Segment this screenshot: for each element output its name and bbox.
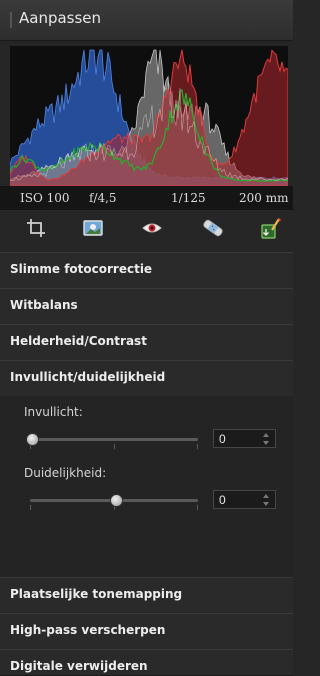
section-slimme-fotocorrectie[interactable]: Slimme fotocorrectie — [0, 252, 293, 289]
invullicht-content: Invullicht: 0 Duidelijkheid: 0 — [0, 396, 293, 576]
spin-up-icon[interactable] — [263, 494, 269, 498]
section-label: High-pass verscherpen — [10, 623, 166, 637]
section-high-pass-verscherpen[interactable]: High-pass verscherpen — [0, 613, 293, 650]
section-label: Digitale verwijderen — [10, 659, 148, 673]
section-helderheid-contrast[interactable]: Helderheid/Contrast — [0, 324, 293, 361]
fill-light-slider[interactable] — [30, 438, 198, 441]
histogram — [9, 46, 289, 187]
slider-tick — [197, 505, 198, 510]
clarity-spinbox[interactable]: 0 — [213, 490, 276, 509]
red-eye-icon[interactable] — [140, 216, 164, 240]
exif-focal: 200 mm — [239, 191, 289, 205]
section-label: Slimme fotocorrectie — [10, 262, 153, 276]
clarity-label: Duidelijkheid: — [24, 466, 107, 480]
tool-bar — [0, 210, 293, 253]
exif-bar: ISO 100 f/4,5 1/125 200 mm — [0, 186, 293, 210]
clarity-slider-thumb[interactable] — [109, 494, 123, 507]
tools-icon[interactable] — [258, 216, 282, 240]
section-label: Witbalans — [10, 298, 78, 312]
section-label: Invullicht/duidelijkheid — [10, 370, 166, 384]
section-label: Helderheid/Contrast — [10, 334, 147, 348]
fill-light-value: 0 — [219, 432, 226, 446]
clarity-value: 0 — [219, 493, 226, 507]
section-digitale-verwijderen[interactable]: Digitale verwijderen — [0, 649, 293, 676]
exif-aperture: f/4,5 — [89, 191, 117, 205]
slider-tick — [30, 505, 31, 510]
section-witbalans[interactable]: Witbalans — [0, 288, 293, 325]
panel-grip[interactable] — [10, 12, 12, 28]
spin-up-icon[interactable] — [263, 433, 269, 437]
histogram-graph — [9, 46, 289, 187]
spin-arrows[interactable] — [263, 431, 271, 446]
spin-down-icon[interactable] — [263, 502, 269, 506]
slider-tick — [197, 444, 198, 449]
panel-titlebar: Aanpassen — [0, 0, 293, 41]
exif-shutter: 1/125 — [171, 191, 206, 205]
crop-icon[interactable] — [24, 216, 48, 240]
fill-light-spinbox[interactable]: 0 — [213, 429, 276, 448]
section-label: Plaatselijke tonemapping — [10, 587, 183, 601]
section-invullicht-duidelijkheid[interactable]: Invullicht/duidelijkheid — [0, 360, 293, 397]
spin-down-icon[interactable] — [263, 441, 269, 445]
bandage-icon[interactable] — [201, 216, 225, 240]
fill-light-slider-thumb[interactable] — [25, 433, 39, 446]
spin-arrows[interactable] — [263, 492, 271, 507]
photo-icon[interactable] — [81, 216, 105, 240]
adjust-panel: Aanpassen ISO 100 f/4,5 1/125 200 mm Sli… — [0, 0, 293, 676]
slider-tick — [114, 444, 115, 449]
panel-title: Aanpassen — [19, 9, 102, 27]
exif-iso: ISO 100 — [20, 191, 70, 205]
fill-light-label: Invullicht: — [24, 405, 83, 419]
section-plaatselijke-tonemapping[interactable]: Plaatselijke tonemapping — [0, 577, 293, 614]
